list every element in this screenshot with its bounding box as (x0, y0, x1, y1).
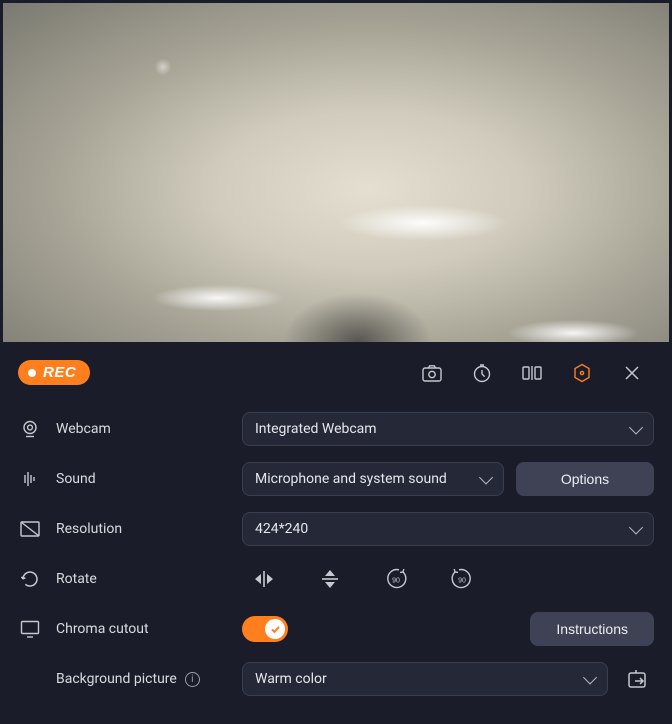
rotate-right-90-button[interactable]: 90 (440, 562, 484, 596)
chroma-icon (18, 617, 42, 641)
rotate-row: Rotate 90 90 (18, 556, 654, 602)
toolbar: REC (0, 345, 672, 400)
clock-icon (472, 363, 492, 383)
sound-row: Sound Microphone and system sound Option… (18, 456, 654, 502)
close-icon (624, 365, 640, 381)
chroma-row: Chroma cutout Instructions (18, 606, 654, 652)
export-button[interactable] (620, 662, 654, 696)
resolution-select-value: 424*240 (255, 521, 308, 537)
webcam-label: Webcam (42, 421, 242, 437)
settings-panel: Webcam Integrated Webcam Sound Microphon… (0, 400, 672, 724)
webcam-icon (18, 417, 42, 441)
hexagon-icon (572, 363, 592, 383)
svg-text:90: 90 (392, 578, 400, 585)
background-row: Background picture i Warm color (18, 656, 654, 702)
timer-button[interactable] (460, 353, 504, 393)
resolution-row: Resolution 424*240 (18, 506, 654, 552)
spacer (18, 667, 42, 691)
check-icon (265, 619, 285, 639)
webcam-select[interactable]: Integrated Webcam (242, 412, 654, 446)
resolution-label: Resolution (42, 521, 242, 537)
chroma-toggle[interactable] (242, 616, 288, 642)
resolution-select[interactable]: 424*240 (242, 512, 654, 546)
sound-select-value: Microphone and system sound (255, 471, 447, 487)
webcam-row: Webcam Integrated Webcam (18, 406, 654, 452)
sound-label: Sound (42, 471, 242, 487)
sound-select[interactable]: Microphone and system sound (242, 462, 504, 496)
background-select-value: Warm color (255, 671, 327, 687)
instructions-button[interactable]: Instructions (530, 612, 654, 646)
flip-horizontal-button[interactable] (242, 562, 286, 596)
record-button[interactable]: REC (18, 360, 90, 385)
background-label: Background picture i (42, 671, 242, 687)
webcam-preview (3, 3, 669, 342)
rotate-icon (18, 567, 42, 591)
rotate-right-90-icon: 90 (449, 568, 475, 590)
settings-button[interactable] (560, 353, 604, 393)
close-button[interactable] (610, 353, 654, 393)
resolution-icon (18, 517, 42, 541)
sound-options-button[interactable]: Options (516, 462, 654, 496)
camera-icon (422, 364, 442, 382)
background-select[interactable]: Warm color (242, 662, 608, 696)
info-icon[interactable]: i (185, 672, 200, 687)
record-label: REC (43, 364, 76, 381)
snapshot-button[interactable] (410, 353, 454, 393)
flip-vertical-button[interactable] (308, 562, 352, 596)
split-icon (522, 364, 542, 382)
chroma-label: Chroma cutout (42, 621, 242, 637)
flip-vertical-icon (322, 568, 338, 590)
rotate-left-90-button[interactable]: 90 (374, 562, 418, 596)
split-button[interactable] (510, 353, 554, 393)
svg-text:90: 90 (458, 578, 466, 585)
rotate-left-90-icon: 90 (383, 568, 409, 590)
export-icon (626, 669, 648, 689)
webcam-select-value: Integrated Webcam (255, 421, 377, 437)
rotate-label: Rotate (42, 571, 242, 587)
flip-horizontal-icon (253, 571, 275, 587)
sound-icon (18, 467, 42, 491)
record-indicator-icon (28, 369, 36, 377)
